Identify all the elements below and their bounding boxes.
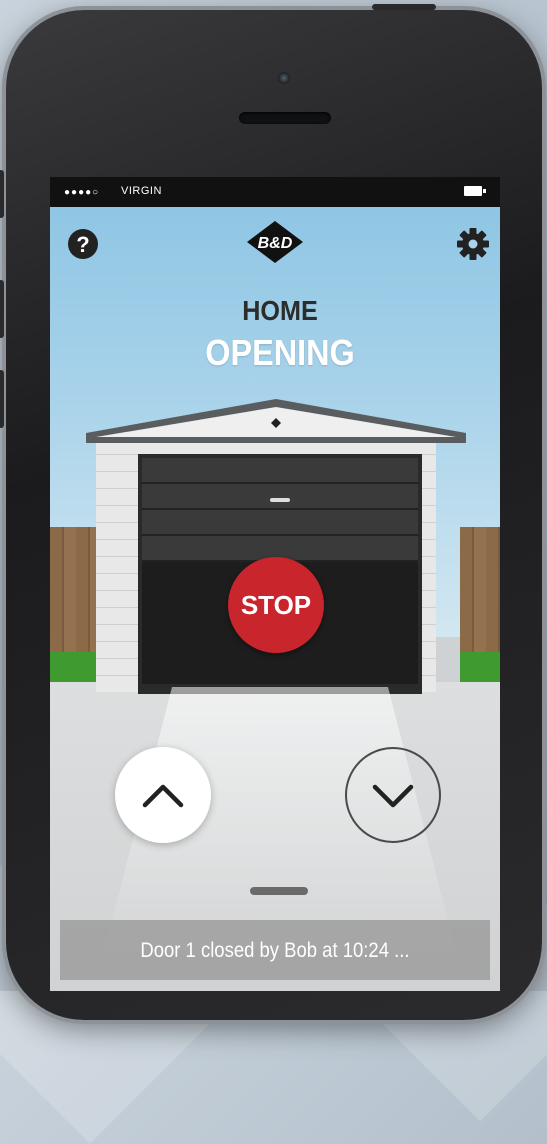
grass-left [50, 652, 100, 682]
battery-icon [464, 186, 486, 196]
gear-icon[interactable] [456, 227, 490, 261]
drawer-handle[interactable] [250, 887, 308, 895]
chevron-down-icon [372, 784, 414, 808]
earpiece-speaker [239, 112, 331, 124]
volume-up-button [0, 280, 4, 338]
silent-switch [0, 170, 4, 218]
front-camera [278, 72, 290, 84]
brand-logo: B&D [247, 221, 303, 263]
activity-banner[interactable]: Door 1 closed by Bob at 10:24 ... [60, 920, 490, 980]
grass-right [460, 652, 500, 682]
door-name: HOME [242, 295, 318, 326]
carrier-name: VIRGIN [121, 185, 162, 197]
door-slats [142, 458, 418, 562]
brand-logo-text: B&D [258, 235, 293, 252]
open-door-button[interactable] [115, 747, 211, 843]
close-door-button[interactable] [345, 747, 441, 843]
status-bar: ●●●●○ VIRGIN [50, 177, 500, 207]
activity-text: Door 1 closed by Bob at 10:24 ... [140, 939, 410, 962]
door-handle [270, 498, 290, 502]
app-screen: ●●●●○ VIRGIN ? B&D HOME OPENING STOP Doo… [50, 177, 500, 991]
help-button[interactable]: ? [68, 229, 98, 259]
garage-roof [86, 399, 466, 443]
signal-strength: ●●●●○ [64, 187, 100, 198]
power-button [372, 4, 436, 10]
chevron-up-icon [142, 784, 184, 808]
door-state: OPENING [205, 332, 355, 373]
volume-down-button [0, 370, 4, 428]
stop-button[interactable]: STOP [228, 557, 324, 653]
